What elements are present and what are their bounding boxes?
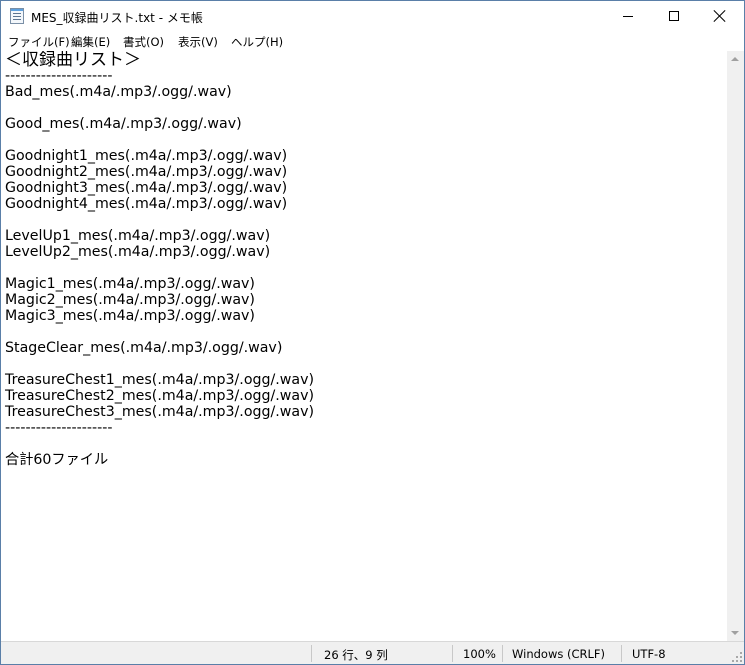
menu-view[interactable]: 表示(V) [178,34,218,50]
editor-line: StageClear_mes(.m4a/.mp3/.ogg/.wav) [5,340,283,356]
editor-line: Goodnight4_mes(.m4a/.mp3/.ogg/.wav) [5,196,288,212]
editor-line: Magic2_mes(.m4a/.mp3/.ogg/.wav) [5,292,255,308]
minimize-button[interactable] [605,1,651,32]
minimize-icon [623,16,633,17]
editor-line: TreasureChest3_mes(.m4a/.mp3/.ogg/.wav) [5,404,315,420]
status-bar: 26 行、9 列 100% Windows (CRLF) UTF-8 [1,641,744,664]
line-ending: Windows (CRLF) [512,647,606,661]
close-button[interactable] [697,1,743,32]
menu-file[interactable]: ファイル(F) [8,34,70,50]
editor-line: Magic3_mes(.m4a/.mp3/.ogg/.wav) [5,308,255,324]
editor-line: 合計60ファイル [5,452,109,468]
title-bar[interactable]: MES_収録曲リスト.txt - メモ帳 [1,1,744,32]
editor-line: ＜収録曲リスト＞ [5,51,141,70]
resize-grip-icon[interactable] [732,652,742,662]
editor-line: Goodnight2_mes(.m4a/.mp3/.ogg/.wav) [5,164,288,180]
menu-help[interactable]: ヘルプ(H) [231,34,283,50]
status-divider [311,645,312,662]
scroll-up-button[interactable] [727,51,744,68]
status-divider [502,645,503,662]
editor-line: --------------------- [5,68,113,84]
editor-line: Good_mes(.m4a/.mp3/.ogg/.wav) [5,116,242,132]
menu-format[interactable]: 書式(O) [123,34,164,50]
editor-line: Bad_mes(.m4a/.mp3/.ogg/.wav) [5,84,232,100]
zoom-level: 100% [463,647,496,661]
status-divider [452,645,453,662]
editor-line: --------------------- [5,420,113,436]
cursor-position: 26 行、9 列 [324,648,388,662]
notepad-window: MES_収録曲リスト.txt - メモ帳 ファイル(F) 編集(E) 書式(O)… [0,0,745,665]
status-divider [621,645,622,662]
chevron-up-icon [731,57,739,61]
encoding: UTF-8 [632,647,666,661]
vertical-scrollbar[interactable] [727,51,744,641]
chevron-down-icon [731,631,739,635]
editor-line: LevelUp1_mes(.m4a/.mp3/.ogg/.wav) [5,228,271,244]
window-title: MES_収録曲リスト.txt - メモ帳 [31,11,203,25]
editor-line: TreasureChest1_mes(.m4a/.mp3/.ogg/.wav) [5,372,315,388]
menu-edit[interactable]: 編集(E) [71,34,110,50]
editor-line: Magic1_mes(.m4a/.mp3/.ogg/.wav) [5,276,255,292]
editor-line: LevelUp2_mes(.m4a/.mp3/.ogg/.wav) [5,244,271,260]
scroll-down-button[interactable] [727,624,744,641]
text-editor[interactable]: ＜収録曲リスト＞ --------------------- Bad_mes(.… [1,51,727,641]
maximize-button[interactable] [651,1,697,32]
editor-line: TreasureChest2_mes(.m4a/.mp3/.ogg/.wav) [5,388,315,404]
editor-line: Goodnight3_mes(.m4a/.mp3/.ogg/.wav) [5,180,288,196]
close-icon [714,10,726,22]
menu-bar: ファイル(F) 編集(E) 書式(O) 表示(V) ヘルプ(H) [1,32,744,51]
maximize-icon [669,11,679,21]
editor-line: Goodnight1_mes(.m4a/.mp3/.ogg/.wav) [5,148,288,164]
notepad-icon [10,8,24,24]
